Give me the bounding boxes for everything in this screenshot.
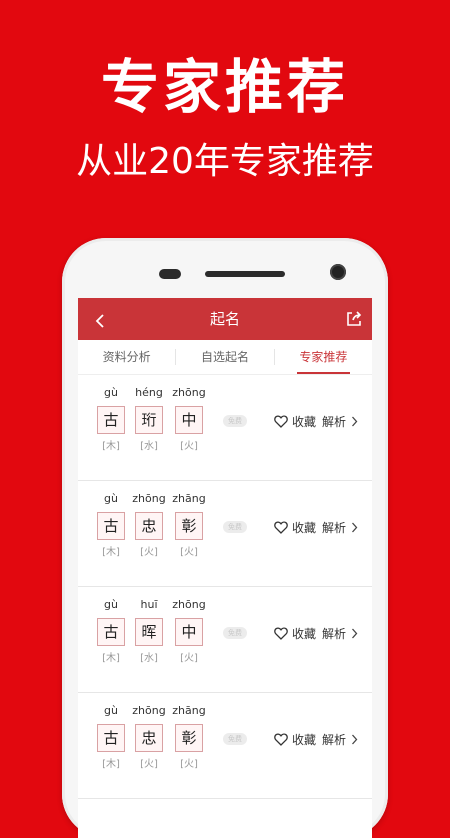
tab-expert-recommend[interactable]: 专家推荐 <box>275 340 372 374</box>
chevron-right-icon <box>352 734 358 744</box>
name-row: gù 古 [木] zhōng 忠 [火] zhāng 彰 [火] 免费 收藏 解… <box>78 481 372 587</box>
char-column: huī 晖 [水] <box>132 597 166 666</box>
char-column: gù 古 [木] <box>94 597 128 666</box>
hero-title: 专家推荐 <box>100 53 349 121</box>
pinyin-label: zhōng <box>172 598 206 611</box>
name-character: 古 <box>97 406 125 434</box>
five-element-label: [火] <box>180 759 198 770</box>
five-element-label: [水] <box>140 441 158 452</box>
share-button[interactable] <box>344 309 364 329</box>
heart-icon <box>274 520 288 534</box>
analysis-label: 解析 <box>322 732 347 747</box>
analysis-button[interactable]: 解析 <box>322 517 358 537</box>
name-row: gù 古 [木] zhōng 忠 [火] zhāng 彰 [火] 免费 收藏 解… <box>78 693 372 799</box>
pinyin-label: zhāng <box>172 704 206 717</box>
char-column: gù 古 [木] <box>94 385 128 454</box>
name-list: gù 古 [木] héng 珩 [水] zhōng 中 [火] 免费 收藏 解析 <box>78 375 372 799</box>
name-character: 晖 <box>135 618 163 646</box>
analysis-label: 解析 <box>322 414 347 429</box>
analysis-button[interactable]: 解析 <box>322 411 358 431</box>
name-character: 彰 <box>175 724 203 752</box>
five-element-label: [火] <box>180 653 198 664</box>
favorite-label: 收藏 <box>292 626 317 641</box>
five-element-label: [火] <box>140 547 158 558</box>
free-badge: 免费 <box>223 521 247 533</box>
heart-icon <box>274 626 288 640</box>
favorite-label: 收藏 <box>292 732 317 747</box>
favorite-label: 收藏 <box>292 520 317 535</box>
free-badge: 免费 <box>223 627 247 639</box>
free-badge: 免费 <box>223 733 247 745</box>
navbar: 起名 <box>78 298 372 340</box>
chevron-right-icon <box>352 628 358 638</box>
name-character: 古 <box>97 724 125 752</box>
page-title: 起名 <box>209 310 240 328</box>
phone-sensor <box>159 269 181 279</box>
tab-bar: 资料分析 自选起名 专家推荐 <box>78 340 372 375</box>
tab-custom-naming[interactable]: 自选起名 <box>176 340 273 374</box>
chevron-right-icon <box>352 522 358 532</box>
five-element-label: [火] <box>140 759 158 770</box>
char-column: zhāng 彰 [火] <box>172 491 206 560</box>
free-badge: 免费 <box>223 415 247 427</box>
name-character: 古 <box>97 512 125 540</box>
five-element-label: [木] <box>102 441 120 452</box>
pinyin-label: zhāng <box>172 492 206 505</box>
pinyin-label: huī <box>140 598 158 611</box>
pinyin-label: zhōng <box>172 386 206 399</box>
char-column: zhōng 忠 [火] <box>132 491 166 560</box>
analysis-button[interactable]: 解析 <box>322 729 358 749</box>
five-element-label: [水] <box>140 653 158 664</box>
pinyin-label: gù <box>104 704 118 717</box>
char-column: zhōng 中 [火] <box>172 597 206 666</box>
five-element-label: [木] <box>102 547 120 558</box>
name-character: 彰 <box>175 512 203 540</box>
tab-data-analysis[interactable]: 资料分析 <box>78 340 175 374</box>
favorite-label: 收藏 <box>292 414 317 429</box>
share-icon <box>347 311 362 326</box>
analysis-label: 解析 <box>322 520 347 535</box>
name-character: 忠 <box>135 724 163 752</box>
phone-speaker <box>205 271 285 277</box>
five-element-label: [木] <box>102 653 120 664</box>
pinyin-label: gù <box>104 386 118 399</box>
favorite-button[interactable]: 收藏 <box>274 517 316 537</box>
favorite-button[interactable]: 收藏 <box>274 729 316 749</box>
favorite-button[interactable]: 收藏 <box>274 411 316 431</box>
name-row: gù 古 [木] huī 晖 [水] zhōng 中 [火] 免费 收藏 解析 <box>78 587 372 693</box>
analysis-label: 解析 <box>322 626 347 641</box>
name-character: 古 <box>97 618 125 646</box>
pinyin-label: zhōng <box>132 492 166 505</box>
name-character: 忠 <box>135 512 163 540</box>
heart-icon <box>274 414 288 428</box>
analysis-button[interactable]: 解析 <box>322 623 358 643</box>
char-column: zhōng 忠 [火] <box>132 703 166 772</box>
name-row: gù 古 [木] héng 珩 [水] zhōng 中 [火] 免费 收藏 解析 <box>78 375 372 481</box>
pinyin-label: zhōng <box>132 704 166 717</box>
char-column: gù 古 [木] <box>94 491 128 560</box>
heart-icon <box>274 732 288 746</box>
chevron-right-icon <box>352 416 358 426</box>
char-column: gù 古 [木] <box>94 703 128 772</box>
pinyin-label: héng <box>135 386 163 399</box>
pinyin-label: gù <box>104 598 118 611</box>
favorite-button[interactable]: 收藏 <box>274 623 316 643</box>
five-element-label: [木] <box>102 759 120 770</box>
app-screen: 起名 资料分析 自选起名 专家推荐 gù 古 [木] héng 珩 [水] zh… <box>78 298 372 838</box>
name-character: 珩 <box>135 406 163 434</box>
phone-camera <box>330 264 346 280</box>
five-element-label: [火] <box>180 441 198 452</box>
hero-subtitle: 从业20年专家推荐 <box>76 141 374 182</box>
five-element-label: [火] <box>180 547 198 558</box>
char-column: héng 珩 [水] <box>132 385 166 454</box>
name-character: 中 <box>175 618 203 646</box>
phone-frame: 起名 资料分析 自选起名 专家推荐 gù 古 [木] héng 珩 [水] zh… <box>62 238 388 838</box>
char-column: zhōng 中 [火] <box>172 385 206 454</box>
pinyin-label: gù <box>104 492 118 505</box>
name-character: 中 <box>175 406 203 434</box>
char-column: zhāng 彰 [火] <box>172 703 206 772</box>
